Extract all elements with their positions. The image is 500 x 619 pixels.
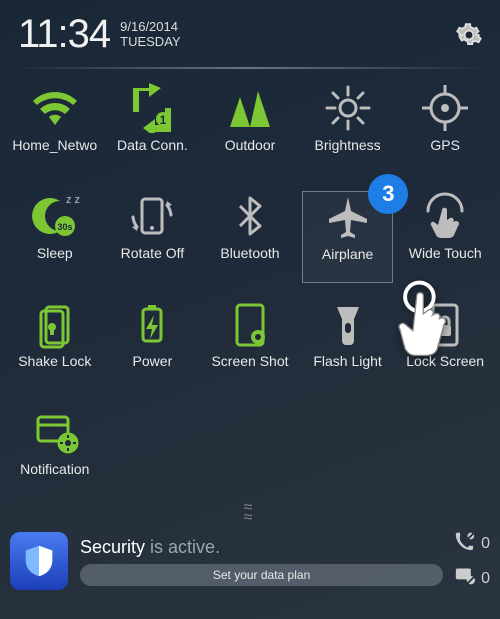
status-suffix-text: is active. [150,537,220,557]
svg-text:z z: z z [66,194,80,206]
toggle-label: Power [133,353,173,369]
toggle-gps[interactable]: GPS [396,83,494,175]
svg-text:30s: 30s [57,222,72,232]
brightness-icon [323,83,373,133]
wifi-icon [30,83,80,133]
date-text: 9/16/2014 [120,20,180,34]
toggle-label: Outdoor [225,137,276,153]
toggle-brightness[interactable]: Brightness [299,83,397,175]
date-block: 9/16/2014 TUESDAY [120,20,180,49]
toggle-label: Brightness [315,137,381,153]
missed-call-icon [455,531,475,556]
toggle-label: Rotate Off [121,245,185,261]
power-icon [127,299,177,349]
day-text: TUESDAY [120,35,180,49]
screenshot-icon [225,299,275,349]
toggle-shakelock[interactable]: Shake Lock [6,299,104,391]
toggle-flashlight[interactable]: Flash Light [299,299,397,391]
status-header: 11:34 9/16/2014 TUESDAY [0,0,500,67]
toggle-label: Airplane [322,246,373,262]
blocked-message-icon [455,566,475,591]
toggle-label: Flash Light [313,353,381,369]
notification-title: Security is active. [80,537,443,558]
ongoing-notification-card[interactable]: Security is active. Set your data plan 0… [10,531,490,591]
blocked-message-count: 0 [481,570,490,588]
rotate-icon [127,191,177,241]
airplane-icon [323,192,373,242]
toggle-rotate[interactable]: Rotate Off [104,191,202,283]
toggle-power[interactable]: Power [104,299,202,391]
toggle-label: GPS [430,137,460,153]
svg-text:1: 1 [160,113,167,127]
sleep-icon: 30s z z [30,191,80,241]
toggle-airplane[interactable]: Airplane3 [302,191,394,283]
toggle-label: Notification [20,461,89,477]
notification-counters: 0 0 [455,531,490,591]
gps-icon [420,83,470,133]
toggle-widetouch[interactable]: Wide Touch [396,191,494,283]
toggle-screenshot[interactable]: Screen Shot [201,299,299,391]
toggle-label: Shake Lock [18,353,91,369]
security-app-icon [10,532,68,590]
missed-call-count: 0 [481,535,490,553]
shakelock-icon [30,299,80,349]
toggle-bluetooth[interactable]: Bluetooth [201,191,299,283]
outdoor-icon [225,83,275,133]
widetouch-icon [420,191,470,241]
notification-icon [30,407,80,457]
bluetooth-icon [225,191,275,241]
toggle-label: Bluetooth [220,245,279,261]
toggle-outdoor[interactable]: Outdoor [201,83,299,175]
toggle-sleep[interactable]: 30s z z Sleep [6,191,104,283]
panel-drag-handle-icon[interactable]: ≈≈ [0,503,500,523]
toggle-data[interactable]: 1 Data Conn. [104,83,202,175]
toggle-label: Data Conn. [117,137,188,153]
settings-gear-icon[interactable] [456,22,482,48]
clock-time: 11:34 [18,12,110,57]
toggle-wifi[interactable]: Home_Netwo [6,83,104,175]
toggle-label: Sleep [37,245,73,261]
touch-hand-cursor-icon [396,280,474,385]
data-icon: 1 [127,83,177,133]
app-name-text: Security [80,537,145,557]
flashlight-icon [323,299,373,349]
toggle-label: Home_Netwo [12,137,97,153]
toggle-notification[interactable]: Notification [6,407,104,499]
data-plan-button[interactable]: Set your data plan [80,564,443,586]
toggle-label: Screen Shot [211,353,288,369]
toggle-label: Wide Touch [409,245,482,261]
